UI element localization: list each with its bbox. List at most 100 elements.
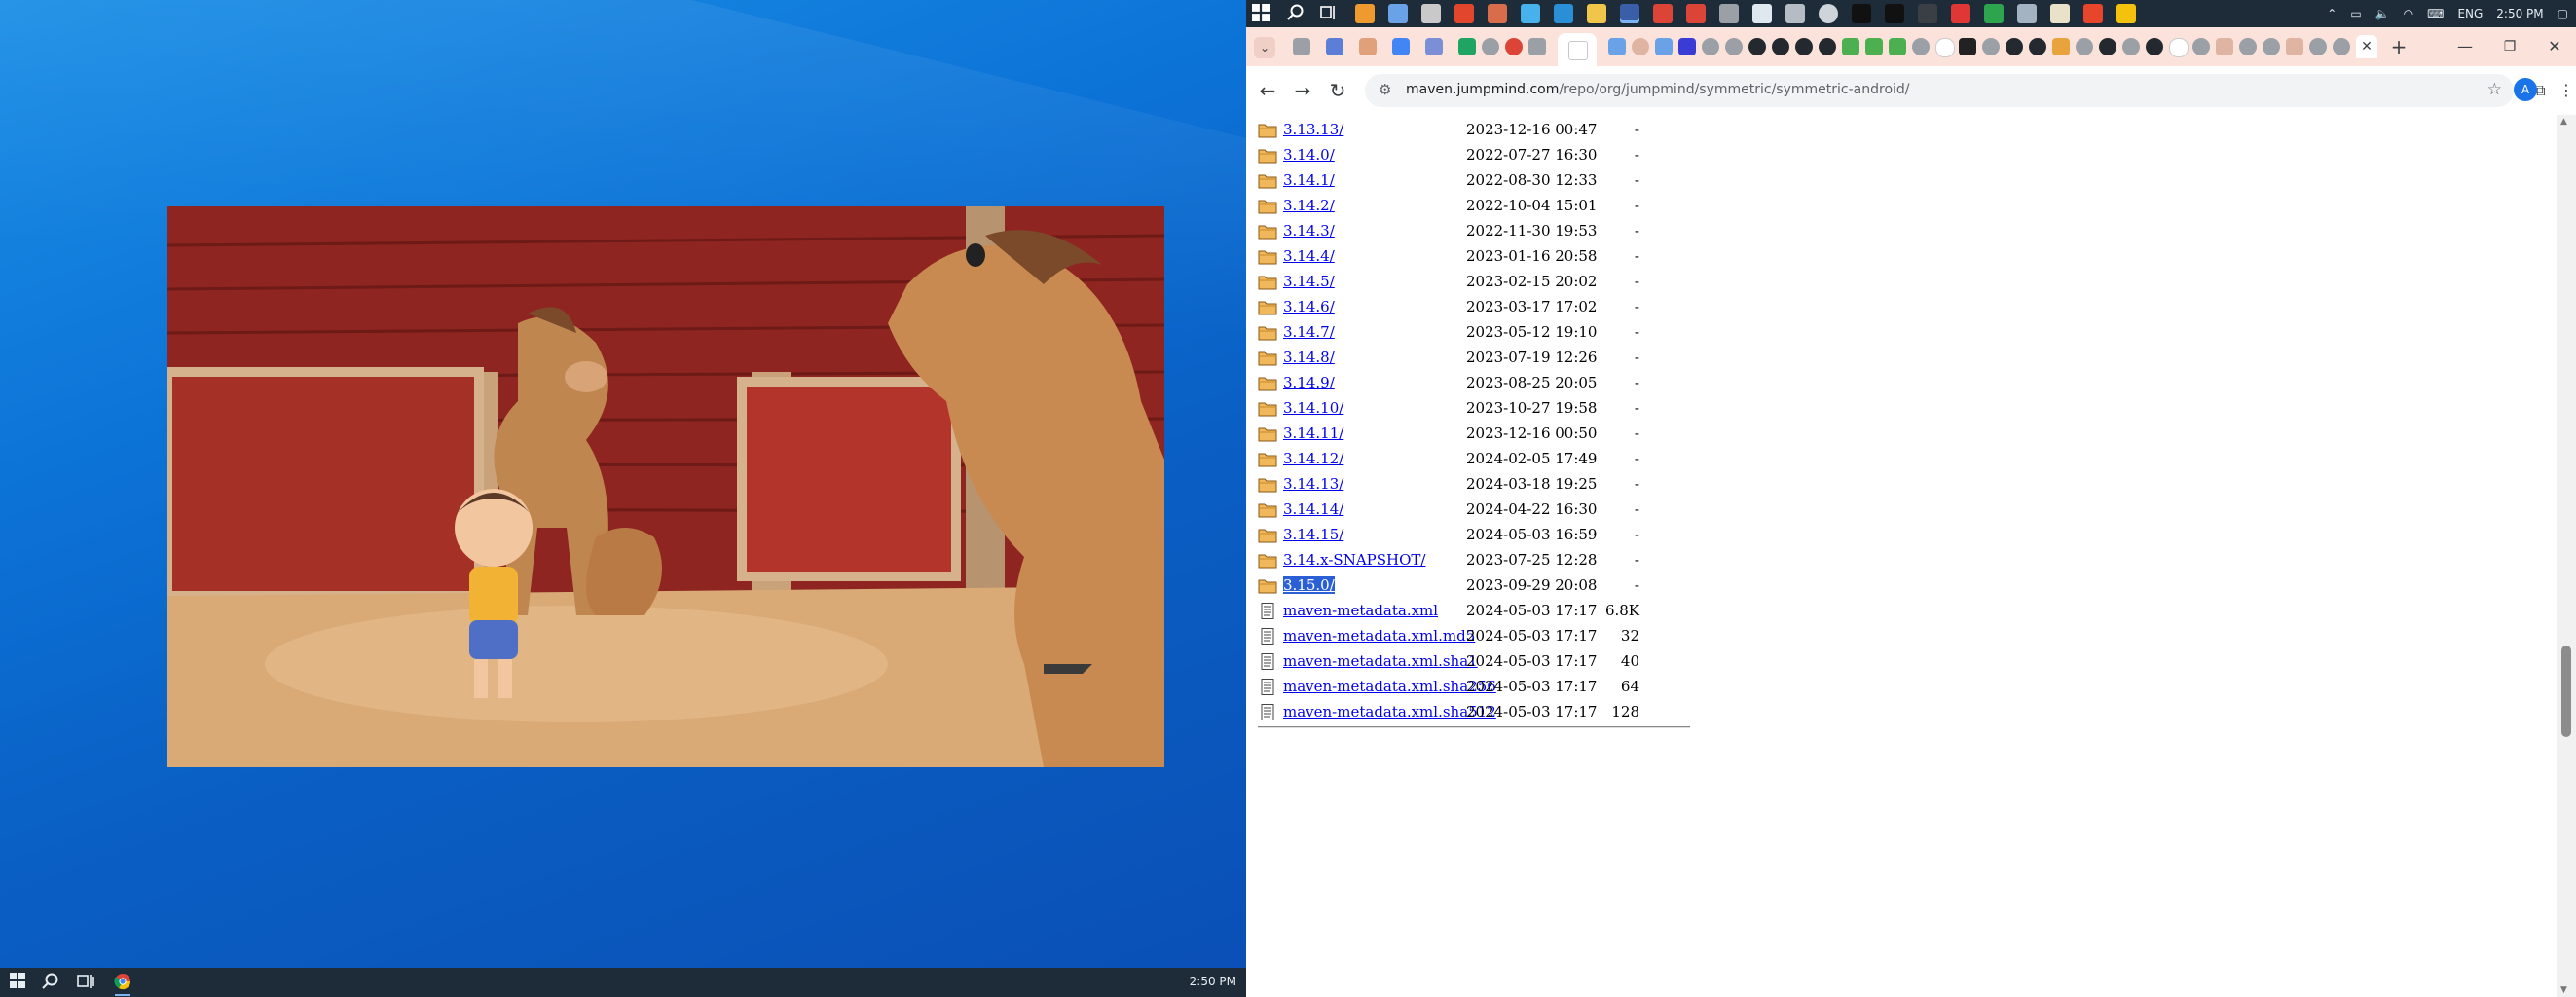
tab-favicon[interactable] [1655,38,1673,55]
tab-favicon[interactable] [1458,38,1476,55]
app-icon[interactable] [1388,4,1408,23]
search-icon[interactable] [41,973,60,992]
volume-icon[interactable]: 🔈 [2375,7,2390,20]
entry-link[interactable]: maven-metadata.xml.sha256 [1283,678,1496,695]
app-icon[interactable] [1554,4,1573,23]
tab-favicon[interactable] [1326,38,1343,55]
new-tab-button[interactable]: + [2387,35,2410,58]
tab-favicon[interactable] [2333,38,2350,55]
back-button[interactable]: ← [1256,79,1279,102]
keyboard-icon[interactable]: ⌨ [2427,7,2444,20]
entry-link[interactable]: maven-metadata.xml.sha1 [1283,652,1478,670]
tab-favicon[interactable] [2239,38,2257,55]
tab-favicon[interactable] [1725,38,1743,55]
entry-link[interactable]: 3.14.12/ [1283,450,1343,467]
app-icon[interactable] [1355,4,1375,23]
chrome-icon[interactable] [113,973,132,996]
scroll-down-arrow-icon[interactable]: ▼ [2560,985,2567,995]
menu-kebab-icon[interactable]: ⋮ [2558,80,2574,101]
entry-link[interactable]: 3.15.0/ [1283,576,1335,594]
taskbar-clock[interactable]: 2:50 PM [1190,975,1236,988]
tab-favicon[interactable] [1632,38,1649,55]
address-bar-url[interactable]: maven.jumpmind.com/repo/org/jumpmind/sym… [1406,82,1910,97]
notes-icon[interactable] [1752,4,1772,23]
forward-button[interactable]: → [1291,79,1314,102]
app-icon[interactable] [1488,4,1507,23]
tab-favicon[interactable] [2192,38,2210,55]
video-player[interactable] [167,206,1164,767]
scroll-up-arrow-icon[interactable]: ▲ [2560,117,2567,127]
address-bar[interactable]: ⚙ maven.jumpmind.com/repo/org/jumpmind/s… [1365,74,2514,107]
tab-favicon[interactable] [1425,38,1443,55]
entry-link[interactable]: maven-metadata.xml.sha512 [1283,703,1496,720]
google-icon[interactable] [1935,38,1955,57]
app-icon[interactable] [1719,4,1739,23]
app-icon[interactable] [1918,4,1937,23]
entry-link[interactable]: 3.14.10/ [1283,399,1343,417]
task-view-icon[interactable] [76,973,95,992]
intellij-icon[interactable] [1852,4,1871,23]
tab-favicon[interactable] [1889,38,1906,55]
scrollbar-thumb[interactable] [2561,646,2571,737]
app-icon[interactable] [2050,4,2070,23]
github-icon[interactable] [2099,38,2116,55]
entry-link[interactable]: 3.14.5/ [1283,273,1335,290]
entry-link[interactable]: 3.14.9/ [1283,374,1335,391]
notification-icon[interactable]: ▢ [2558,7,2568,20]
tab-favicon[interactable] [2076,38,2093,55]
page-scrollbar[interactable]: ▲ ▼ [2557,115,2576,997]
file-explorer-icon[interactable] [1587,4,1606,23]
task-view-icon[interactable] [1320,4,1340,23]
tab-active[interactable] [1558,33,1597,66]
tab-favicon[interactable] [2286,38,2303,55]
battery-icon[interactable]: ▭ [2350,7,2361,20]
tab-favicon[interactable] [2216,38,2233,55]
entry-link[interactable]: 3.14.8/ [1283,349,1335,366]
close-window-button[interactable]: ✕ [2543,35,2566,58]
entry-link[interactable]: maven-metadata.xml [1283,602,1438,619]
site-info-icon[interactable]: ⚙ [1379,81,1391,98]
system-clock[interactable]: 2:50 PM [2496,7,2543,20]
tab-favicon[interactable] [1359,38,1377,55]
close-tab-icon[interactable]: ✕ [2356,35,2377,58]
chrome-icon[interactable] [1686,4,1706,23]
entry-link[interactable]: 3.14.x-SNAPSHOT/ [1283,551,1425,569]
reload-button[interactable]: ↻ [1326,79,1349,102]
windows-start-icon[interactable] [8,973,27,992]
github-icon[interactable] [1795,38,1813,55]
language-indicator[interactable]: ENG [2457,7,2483,20]
tab-favicon[interactable] [1678,38,1696,55]
github-icon[interactable] [1748,38,1766,55]
app-icon[interactable] [1421,4,1441,23]
app-icon[interactable] [2017,4,2037,23]
github-icon[interactable] [1819,4,1838,23]
entry-link[interactable]: 3.14.14/ [1283,500,1343,518]
tab-favicon[interactable] [1482,38,1499,55]
entry-link[interactable]: 3.14.2/ [1283,197,1335,214]
entry-link[interactable]: 3.14.13/ [1283,475,1343,493]
intellij-icon[interactable] [1885,4,1904,23]
tab-favicon[interactable] [1982,38,2000,55]
entry-link[interactable]: 3.14.0/ [1283,146,1335,164]
github-icon[interactable] [2006,38,2023,55]
app-icon[interactable] [1521,4,1540,23]
entry-link[interactable]: 3.14.15/ [1283,526,1343,543]
github-icon[interactable] [2146,38,2163,55]
tab-favicon[interactable] [1293,38,1310,55]
github-icon[interactable] [2029,38,2046,55]
chrome-icon[interactable] [1653,4,1673,23]
minimize-button[interactable]: — [2453,35,2477,58]
tab-favicon[interactable] [1842,38,1859,55]
tab-favicon[interactable] [2309,38,2327,55]
tab-favicon[interactable] [2263,38,2280,55]
entry-link[interactable]: 3.13.13/ [1283,121,1343,138]
chrome-icon[interactable] [1620,4,1639,23]
github-icon[interactable] [1772,38,1789,55]
chevron-up-icon[interactable]: ⌃ [2327,7,2337,20]
tab-favicon[interactable] [1608,38,1626,55]
windows-start-icon[interactable] [1252,4,1271,23]
app-icon[interactable] [2083,4,2103,23]
filezilla-icon[interactable] [1454,4,1474,23]
bookmark-star-icon[interactable]: ☆ [2487,80,2502,99]
search-icon[interactable] [1287,4,1306,23]
